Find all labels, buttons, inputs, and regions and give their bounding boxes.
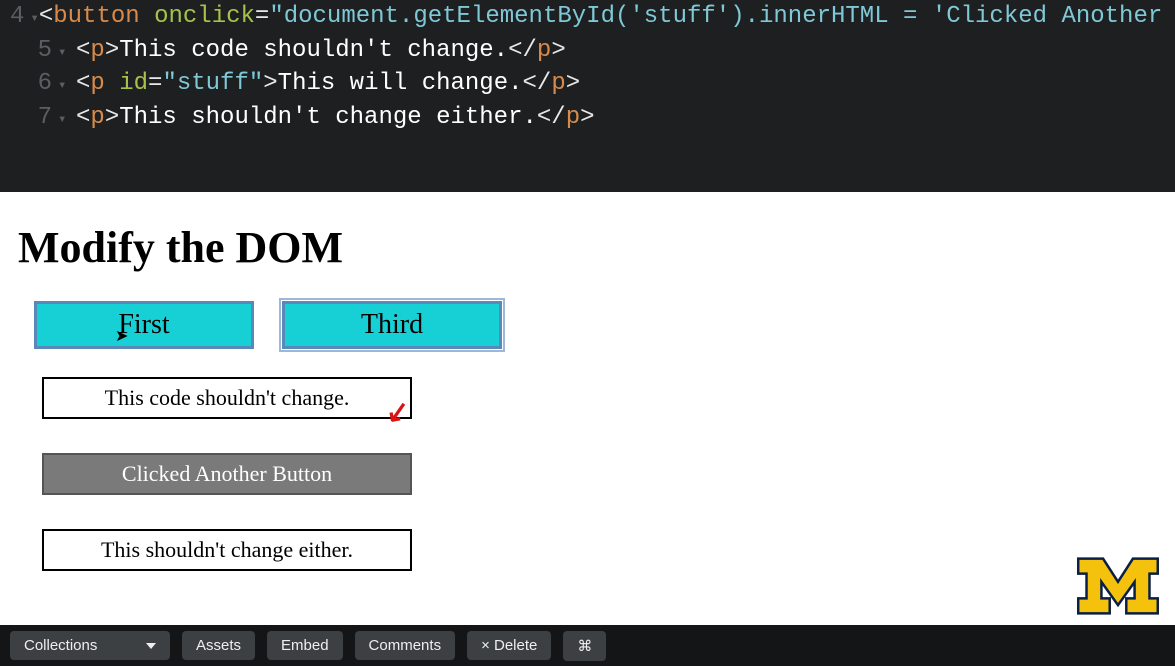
code-token: onclick xyxy=(154,0,255,34)
assets-button[interactable]: Assets xyxy=(182,631,255,660)
chevron-down-icon xyxy=(146,643,156,649)
embed-button[interactable]: Embed xyxy=(267,631,343,660)
code-token: > xyxy=(105,101,119,135)
code-token: = xyxy=(148,67,162,101)
code-token: button xyxy=(53,0,139,34)
code-token: > xyxy=(105,34,119,68)
code-line[interactable]: 4▾<button onclick="document.getElementBy… xyxy=(10,0,1175,34)
fold-caret-icon[interactable]: ▾ xyxy=(58,77,76,97)
first-button[interactable]: First ➤ xyxy=(34,301,254,349)
bottom-toolbar: Collections Assets Embed Comments × Dele… xyxy=(0,625,1175,666)
code-token: "document.getElementById('stuff').innerH… xyxy=(269,0,1175,34)
code-token: > xyxy=(566,67,580,101)
code-line[interactable]: 6▾<p id="stuff">This will change.</p> xyxy=(10,67,1175,101)
michigan-logo-icon xyxy=(1075,557,1161,615)
keyboard-shortcuts-button[interactable]: ⌘ xyxy=(563,631,606,661)
code-token: This code shouldn't change. xyxy=(119,34,508,68)
code-token: </ xyxy=(537,101,566,135)
fold-caret-icon[interactable]: ▾ xyxy=(58,111,76,131)
page-title: Modify the DOM xyxy=(18,222,1157,273)
code-token: p xyxy=(90,34,104,68)
code-token: </ xyxy=(508,34,537,68)
paragraph-static-2: This shouldn't change either. xyxy=(42,529,412,571)
code-editor[interactable]: 4▾<button onclick="document.getElementBy… xyxy=(0,0,1175,192)
fold-caret-icon[interactable]: ▾ xyxy=(30,10,38,30)
collections-dropdown[interactable]: Collections xyxy=(10,631,170,660)
preview-pane: Modify the DOM First ➤ Third This code s… xyxy=(0,192,1175,625)
line-number: 7 xyxy=(10,101,58,135)
button-row: First ➤ Third xyxy=(34,301,1157,349)
code-token: id xyxy=(119,67,148,101)
cursor-icon: ➤ xyxy=(115,326,128,346)
third-button[interactable]: Third xyxy=(282,301,502,349)
code-token: > xyxy=(263,67,277,101)
command-icon: ⌘ xyxy=(577,637,592,655)
code-token: p xyxy=(90,101,104,135)
code-token: p xyxy=(537,34,551,68)
delete-button[interactable]: × Delete xyxy=(467,631,551,660)
line-number: 6 xyxy=(10,67,58,101)
code-token: > xyxy=(580,101,594,135)
paragraph-stuff: Clicked Another Button xyxy=(42,453,412,495)
code-token: < xyxy=(76,34,90,68)
paragraph-static-1: This code shouldn't change. xyxy=(42,377,412,419)
code-token: = xyxy=(255,0,269,34)
code-token: p xyxy=(566,101,580,135)
code-token: </ xyxy=(523,67,552,101)
fold-caret-icon[interactable]: ▾ xyxy=(58,44,76,64)
collections-label: Collections xyxy=(24,637,97,654)
code-token: < xyxy=(39,0,53,34)
code-token: > xyxy=(551,34,565,68)
code-token xyxy=(105,67,119,101)
code-token: This shouldn't change either. xyxy=(119,101,537,135)
code-token: "stuff" xyxy=(162,67,263,101)
code-line[interactable]: 5▾<p>This code shouldn't change.</p> xyxy=(10,34,1175,68)
code-line[interactable]: 7▾<p>This shouldn't change either.</p> xyxy=(10,101,1175,135)
line-number: 4 xyxy=(10,0,30,34)
code-token: p xyxy=(90,67,104,101)
code-token: p xyxy=(551,67,565,101)
code-token: This will change. xyxy=(278,67,523,101)
code-token: < xyxy=(76,101,90,135)
code-token: < xyxy=(76,67,90,101)
line-number: 5 xyxy=(10,34,58,68)
code-token xyxy=(140,0,154,34)
comments-button[interactable]: Comments xyxy=(355,631,456,660)
